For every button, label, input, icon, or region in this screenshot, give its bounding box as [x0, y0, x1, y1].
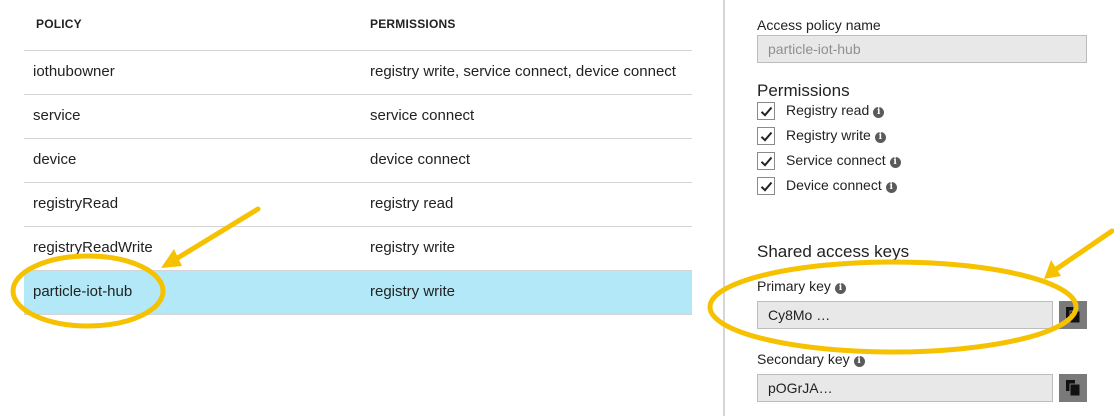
- copy-icon: [1066, 380, 1081, 397]
- permission-label-text: Registry read: [786, 102, 870, 118]
- primary-key-field[interactable]: Cy8Mo …: [757, 301, 1053, 329]
- policy-detail-pane: Access policy name particle-iot-hub Perm…: [757, 0, 1114, 416]
- policy-name-cell: registryRead: [33, 195, 119, 212]
- table-header: POLICY PERMISSIONS: [24, 0, 692, 51]
- service-connect-checkbox[interactable]: [757, 152, 775, 170]
- permission-label-text: Service connect: [786, 152, 886, 168]
- registry-write-checkbox[interactable]: [757, 127, 775, 145]
- table-row[interactable]: iothubowner registry write, service conn…: [24, 51, 692, 95]
- policy-permissions-cell: registry write: [370, 283, 456, 300]
- policy-name-cell: device: [33, 151, 77, 168]
- policy-permissions-cell: service connect: [370, 107, 475, 124]
- checkmark-icon: [760, 106, 773, 117]
- access-policy-name-field[interactable]: particle-iot-hub: [757, 35, 1087, 63]
- checkmark-icon: [760, 131, 773, 142]
- table-row-selected[interactable]: particle-iot-hub registry write: [24, 271, 692, 315]
- registry-read-checkbox[interactable]: [757, 102, 775, 120]
- table-row[interactable]: registryRead registry read: [24, 183, 692, 227]
- info-icon[interactable]: i: [873, 107, 885, 118]
- shared-access-keys-title: Shared access keys: [757, 242, 910, 261]
- permissions-title: Permissions: [757, 81, 850, 100]
- policy-permissions-cell: registry write: [370, 239, 456, 256]
- info-icon[interactable]: i: [889, 157, 901, 168]
- table-row[interactable]: device device connect: [24, 139, 692, 183]
- permission-label-text: Registry write: [786, 127, 871, 143]
- info-icon[interactable]: i: [885, 182, 897, 193]
- permission-label-text: Device connect: [786, 177, 882, 193]
- primary-key-label: Primary key i: [757, 278, 846, 294]
- copy-secondary-key-button[interactable]: [1059, 374, 1087, 402]
- secondary-key-label: Secondary key i: [757, 351, 865, 367]
- column-header-permissions[interactable]: PERMISSIONS: [370, 17, 456, 31]
- secondary-key-field[interactable]: pOGrJA…: [757, 374, 1053, 402]
- policy-permissions-cell: registry read: [370, 195, 454, 212]
- table-row[interactable]: service service connect: [24, 95, 692, 139]
- column-header-policy[interactable]: POLICY: [36, 17, 82, 31]
- policy-permissions-cell: device connect: [370, 151, 471, 168]
- secondary-key-label-text: Secondary key: [757, 351, 850, 367]
- info-icon[interactable]: i: [853, 356, 865, 367]
- blade-divider: [723, 0, 725, 416]
- permission-label: Registry write i: [786, 127, 886, 143]
- policy-permissions-cell: registry write, service connect, device …: [370, 63, 676, 80]
- permission-label: Device connect i: [786, 177, 897, 193]
- access-policy-name-label: Access policy name: [757, 17, 881, 33]
- policy-name-cell: particle-iot-hub: [33, 283, 133, 300]
- policy-name-cell: service: [33, 107, 81, 124]
- table-row[interactable]: registryReadWrite registry write: [24, 227, 692, 271]
- checkmark-icon: [760, 156, 773, 167]
- permission-label: Service connect i: [786, 152, 901, 168]
- policy-name-cell: registryReadWrite: [33, 239, 153, 256]
- policies-table: POLICY PERMISSIONS iothubowner registry …: [24, 0, 692, 315]
- info-icon[interactable]: i: [874, 132, 886, 143]
- primary-key-label-text: Primary key: [757, 278, 831, 294]
- copy-icon: [1066, 307, 1081, 324]
- permission-label: Registry read i: [786, 102, 885, 118]
- info-icon[interactable]: i: [834, 283, 846, 294]
- device-connect-checkbox[interactable]: [757, 177, 775, 195]
- copy-primary-key-button[interactable]: [1059, 301, 1087, 329]
- policy-name-cell: iothubowner: [33, 63, 115, 80]
- checkmark-icon: [760, 181, 773, 192]
